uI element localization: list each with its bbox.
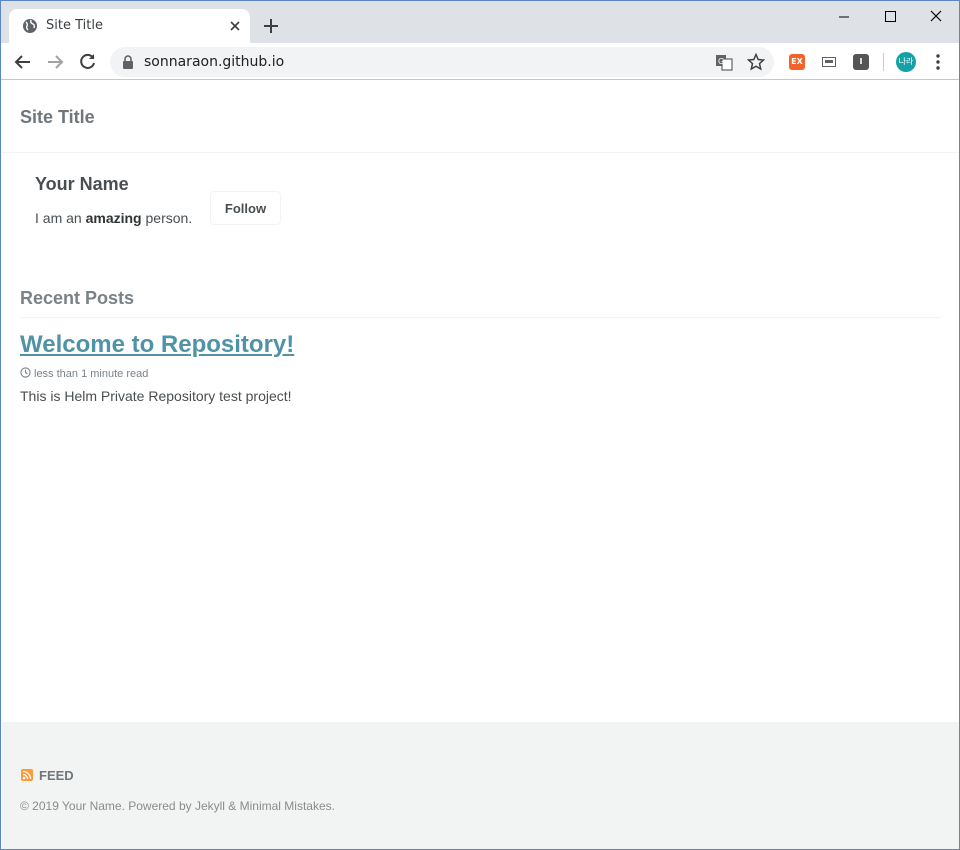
post-excerpt: This is Helm Private Repository test pro… [20,388,292,404]
feed-link[interactable]: FEED [21,768,74,783]
browser-window: Site Title sonnaraon.github.io G EX I 나라… [0,0,960,850]
page-content: Site Title Your Name I am an amazing per… [2,81,959,849]
svg-text:G: G [718,57,724,66]
new-tab-icon[interactable] [262,17,280,35]
recent-posts-heading: Recent Posts [20,288,135,308]
toolbar-divider [883,53,884,71]
tab-strip: Site Title [1,1,959,43]
window-close-icon[interactable] [913,7,959,27]
back-arrow-icon[interactable] [13,52,33,72]
copyright-text: © 2019 Your Name. Powered by Jekyll & Mi… [20,799,335,813]
extension-ex-icon[interactable]: EX [789,54,805,70]
address-bar[interactable]: sonnaraon.github.io G [110,47,774,77]
author-profile: Your Name [35,174,129,195]
post-read-time: less than 1 minute read [20,367,148,380]
clock-icon [20,367,31,378]
extension-window-icon[interactable] [821,54,837,70]
minimize-icon[interactable] [821,7,867,27]
post-title-link[interactable]: Welcome to Repository! [20,331,294,359]
browser-toolbar: sonnaraon.github.io G EX I 나라 [1,43,959,80]
tab-title: Site Title [46,18,103,33]
forward-arrow-icon[interactable] [45,52,65,72]
profile-avatar[interactable]: 나라 [896,52,916,72]
read-time-text: less than 1 minute read [34,368,149,380]
page-footer: FEED © 2019 Your Name. Powered by Jekyll… [2,722,959,849]
translate-icon[interactable]: G [715,53,733,71]
recent-posts-divider [20,317,941,318]
bookmark-star-icon[interactable] [747,53,765,71]
author-bio-prefix: I am an [35,210,86,226]
maximize-icon[interactable] [867,7,913,27]
author-bio-suffix: person. [141,210,193,226]
globe-icon [23,19,37,33]
lock-icon[interactable] [122,55,134,69]
url-text[interactable]: sonnaraon.github.io [144,54,284,70]
extension-info-icon[interactable]: I [853,54,869,70]
author-bio: I am an amazing person. [35,210,192,226]
follow-button[interactable]: Follow [210,191,281,225]
site-title-link[interactable]: Site Title [20,107,95,128]
more-menu-icon[interactable] [929,53,947,71]
masthead: Site Title [2,81,959,153]
browser-tab[interactable]: Site Title [9,9,250,43]
author-name: Your Name [35,174,129,194]
author-bio-bold: amazing [85,210,142,226]
reload-icon[interactable] [78,52,98,72]
rss-icon [21,769,33,781]
feed-label: FEED [39,768,74,783]
close-tab-icon[interactable] [227,18,243,34]
